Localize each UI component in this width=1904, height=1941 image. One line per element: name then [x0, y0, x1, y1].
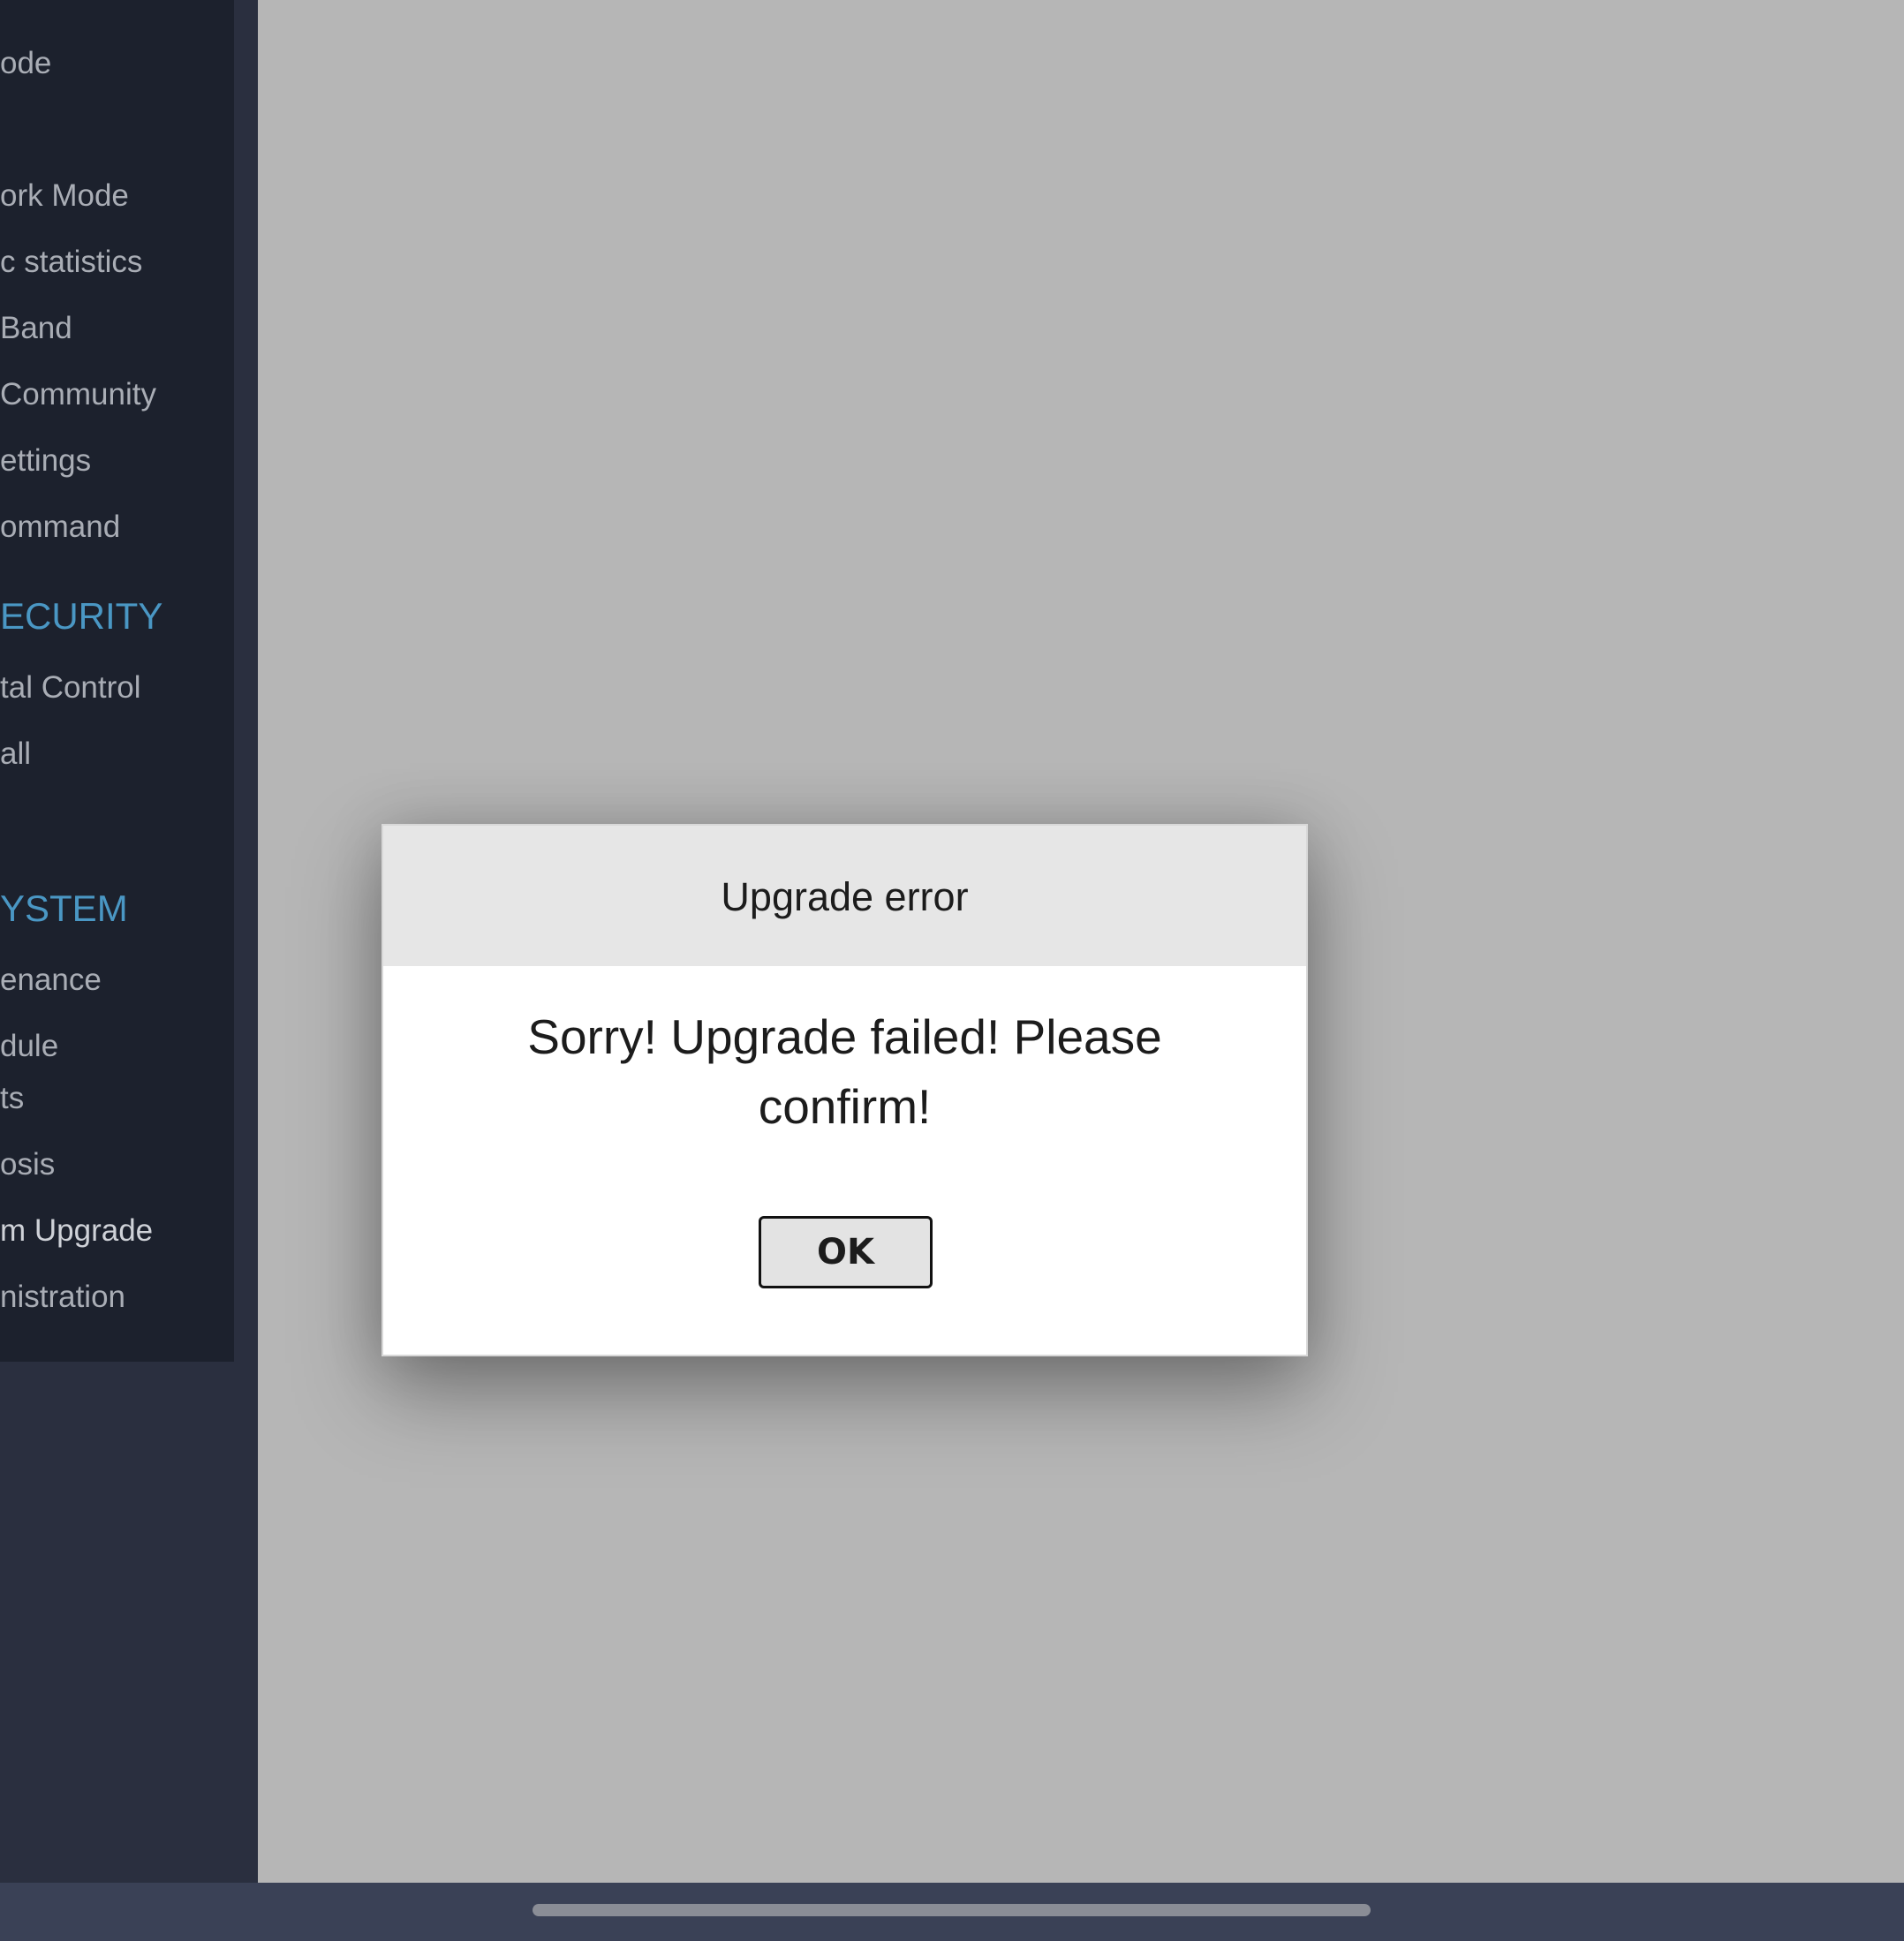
sidebar-item-mode[interactable]: ode — [0, 44, 51, 83]
sidebar-item-firewall[interactable]: all — [0, 735, 31, 774]
sidebar-item-statistics[interactable]: c statistics — [0, 243, 142, 282]
dialog-message-line-2: confirm! — [758, 1079, 932, 1134]
horizontal-scrollbar[interactable] — [533, 1904, 1371, 1916]
page: ode ork Mode c statistics Band Community… — [0, 0, 1904, 1941]
sidebar-item-diagnosis[interactable]: osis — [0, 1145, 55, 1184]
sidebar-item-settings[interactable]: ettings — [0, 442, 91, 480]
sidebar-section-security: ECURITY — [0, 595, 163, 637]
dialog-message: Sorry! Upgrade failed! Please confirm! — [383, 1002, 1306, 1142]
sidebar-item-parental-control[interactable]: tal Control — [0, 668, 141, 707]
sidebar: ode ork Mode c statistics Band Community… — [0, 0, 234, 1362]
dialog-title: Upgrade error — [721, 873, 969, 919]
upgrade-error-dialog: Upgrade error Sorry! Upgrade failed! Ple… — [382, 824, 1308, 1356]
sidebar-item-schedule-cont[interactable]: ts — [0, 1079, 24, 1118]
sidebar-item-schedule[interactable]: dule — [0, 1027, 58, 1066]
sidebar-item-system-upgrade[interactable]: m Upgrade — [0, 1212, 153, 1250]
sidebar-item-command[interactable]: ommand — [0, 508, 120, 547]
sidebar-item-band[interactable]: Band — [0, 309, 72, 348]
sidebar-section-system: YSTEM — [0, 887, 128, 929]
sidebar-item-administration[interactable]: nistration — [0, 1278, 125, 1317]
ok-button[interactable]: OK — [759, 1216, 933, 1288]
bottom-bar — [0, 1883, 1904, 1941]
dialog-header: Upgrade error — [383, 826, 1306, 966]
sidebar-item-maintenance[interactable]: enance — [0, 961, 102, 1000]
sidebar-item-network-mode[interactable]: ork Mode — [0, 177, 129, 215]
dialog-message-line-1: Sorry! Upgrade failed! Please — [527, 1009, 1162, 1064]
sidebar-item-community[interactable]: Community — [0, 375, 156, 414]
